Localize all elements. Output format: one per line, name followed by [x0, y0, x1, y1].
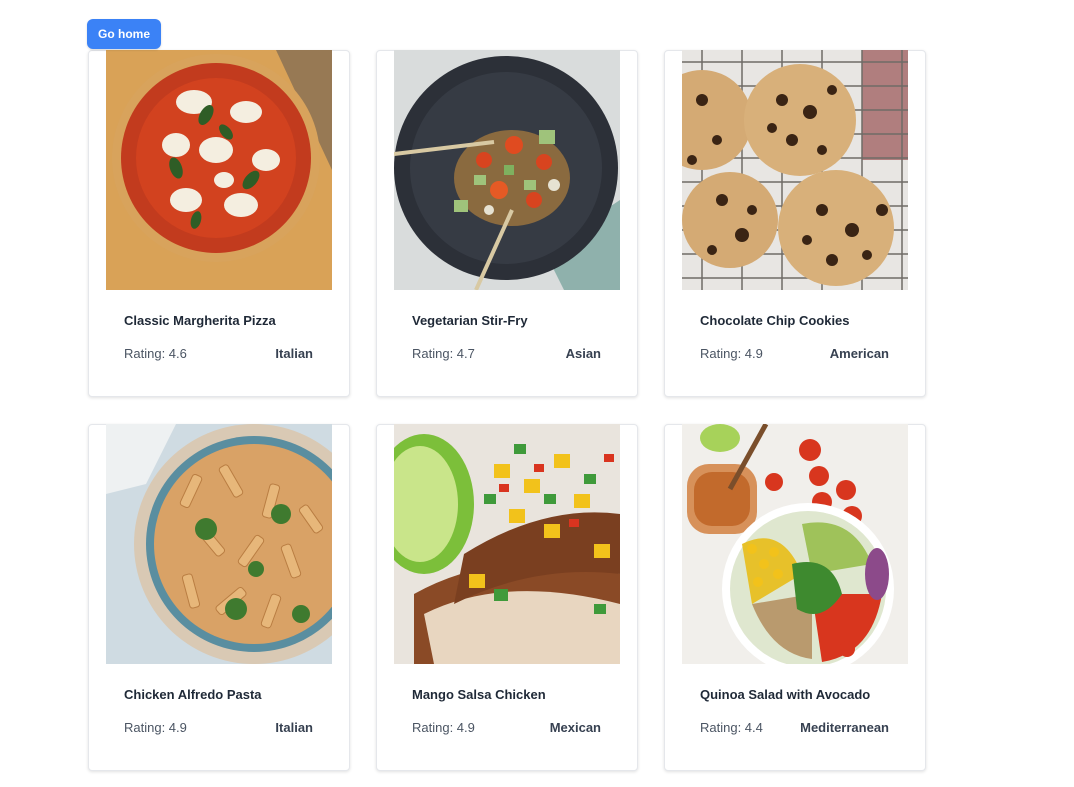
recipe-title: Quinoa Salad with Avocado [700, 687, 871, 702]
recipe-rating: Rating: 4.9 [700, 346, 763, 361]
recipe-card[interactable]: Chicken Alfredo Pasta Rating: 4.9 Italia… [88, 424, 350, 771]
recipe-image [682, 50, 908, 290]
cookies-on-rack-photo [682, 50, 908, 290]
go-home-button[interactable]: Go home [87, 19, 161, 49]
recipe-rating: Rating: 4.6 [124, 346, 187, 361]
recipe-image [394, 50, 620, 290]
recipe-image [394, 424, 620, 664]
recipe-rating: Rating: 4.9 [412, 720, 475, 735]
penne-pasta-bowl-photo [106, 424, 332, 664]
recipe-card[interactable]: Mango Salsa Chicken Rating: 4.9 Mexican [376, 424, 638, 771]
recipe-title: Classic Margherita Pizza [124, 313, 276, 328]
recipe-rating: Rating: 4.9 [124, 720, 187, 735]
recipe-card[interactable]: Chocolate Chip Cookies Rating: 4.9 Ameri… [664, 50, 926, 397]
recipe-rating: Rating: 4.4 [700, 720, 763, 735]
recipe-cuisine: Mexican [549, 720, 601, 735]
recipe-image [682, 424, 908, 664]
recipe-title: Chocolate Chip Cookies [700, 313, 850, 328]
recipe-image [106, 424, 332, 664]
recipe-card[interactable]: Classic Margherita Pizza Rating: 4.6 Ita… [88, 50, 350, 397]
recipe-card[interactable]: Vegetarian Stir-Fry Rating: 4.7 Asian [376, 50, 638, 397]
grilled-chicken-salsa-photo [394, 424, 620, 664]
recipe-cuisine: American [829, 346, 889, 361]
recipe-card[interactable]: Quinoa Salad with Avocado Rating: 4.4 Me… [664, 424, 926, 771]
recipe-rating: Rating: 4.7 [412, 346, 475, 361]
recipe-cuisine: Italian [275, 720, 313, 735]
margherita-pizza-photo [106, 50, 332, 290]
recipe-cuisine: Mediterranean [800, 720, 889, 735]
recipe-cuisine: Italian [275, 346, 313, 361]
recipe-title: Vegetarian Stir-Fry [412, 313, 528, 328]
recipe-title: Mango Salsa Chicken [412, 687, 546, 702]
stir-fry-bowl-photo [394, 50, 620, 290]
recipe-title: Chicken Alfredo Pasta [124, 687, 262, 702]
recipe-cuisine: Asian [565, 346, 601, 361]
recipe-image [106, 50, 332, 290]
quinoa-salad-bowl-photo [682, 424, 908, 664]
